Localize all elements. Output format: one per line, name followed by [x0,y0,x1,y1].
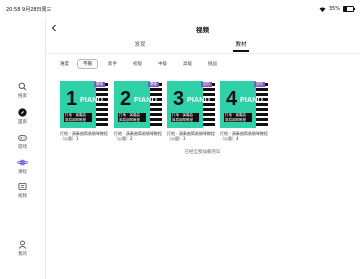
video-thumbnail: 进阶 3 PIANO 打地 · 演奏曲 简易钢琴教程 [167,81,215,128]
episode-number: 4 [226,88,238,110]
sidebar-item-label: 课程 [18,170,27,175]
wifi-icon [319,7,326,12]
tab-active-indicator [233,50,249,52]
filter-option-novice[interactable]: 新手 [102,59,123,69]
brand-text: PIANO [134,97,158,104]
load-complete-text: 已经全部加载完毕 [184,150,221,155]
battery-fill [344,7,348,11]
brand-text: PIANO [80,97,104,104]
compass-icon [17,106,29,118]
sidebar: 搜索 首页 游戏 课程 视频 我的 [0,18,46,279]
video-card[interactable]: 基础 1 PIANO 打地 · 演奏曲 简易钢琴教程 打地 · 演奏曲简易钢琴教… [60,81,108,141]
episode-number: 1 [66,88,78,110]
sidebar-item-label: 我的 [18,252,27,257]
thumbnail-caption: 打地 · 演奏曲 简易钢琴教程 [64,113,92,122]
user-icon [17,238,29,250]
gamepad-icon [17,131,29,143]
sidebar-item-home[interactable]: 首页 [0,106,45,125]
page-title: 视频 [196,26,209,34]
video-card[interactable]: 进阶 4 PIANO 打地 · 演奏曲 简易钢琴教程 打地 · 演奏曲简易钢琴教… [220,81,268,141]
sidebar-item-label: 游戏 [18,145,27,150]
filter-option-beginner[interactable]: 初级 [127,59,148,69]
search-icon [17,80,29,92]
difficulty-filter: 难度 不限 新手 初级 中级 高级 挑战 [60,59,227,69]
sidebar-item-search[interactable]: 搜索 [0,80,45,99]
filter-label: 难度 [60,62,69,67]
video-title: 打地 · 演奏曲简易钢琴教程（公版）3 [167,131,215,141]
level-badge: 进阶 [201,82,212,87]
tab-textbook[interactable]: 教材 [231,40,251,48]
sidebar-item-label: 首页 [18,120,27,125]
filter-option-challenge[interactable]: 挑战 [202,59,223,69]
video-thumbnail: 基础 1 PIANO 打地 · 演奏曲 简易钢琴教程 [60,81,108,128]
level-badge: 基础 [148,82,159,87]
sidebar-item-label: 视频 [18,194,27,199]
filter-option-all[interactable]: 不限 [77,59,98,69]
piano-keys-graphic [150,81,162,128]
tab-bar: 发现 教材 [45,40,360,54]
brand-text: PIANO [240,97,264,104]
piano-keys-graphic [96,81,108,128]
piano-keys-graphic [256,81,268,128]
filter-option-advanced[interactable]: 高级 [177,59,198,69]
status-bar: 20:58 9月28日周三 35% [0,0,360,18]
video-title: 打地 · 演奏曲简易钢琴教程（公版）1 [60,131,108,141]
sidebar-item-games[interactable]: 游戏 [0,131,45,150]
top-bar: 视频 [45,18,360,40]
video-icon [17,180,29,192]
planet-icon [17,156,29,168]
piano-keys-graphic [203,81,215,128]
sidebar-item-profile[interactable]: 我的 [0,238,45,257]
video-thumbnail: 进阶 4 PIANO 打地 · 演奏曲 简易钢琴教程 [220,81,268,128]
status-time: 20:58 [6,6,21,13]
status-left: 20:58 9月28日周三 [6,6,52,13]
filter-option-intermediate[interactable]: 中级 [152,59,173,69]
video-title: 打地 · 演奏曲简易钢琴教程（公版）2 [114,131,162,141]
status-right: 35% [319,6,355,12]
episode-number: 2 [120,88,132,110]
episode-number: 3 [173,88,185,110]
sidebar-item-video[interactable]: 视频 [0,180,45,199]
thumbnail-caption: 打地 · 演奏曲 简易钢琴教程 [171,113,199,122]
video-card[interactable]: 进阶 3 PIANO 打地 · 演奏曲 简易钢琴教程 打地 · 演奏曲简易钢琴教… [167,81,215,141]
thumbnail-caption: 打地 · 演奏曲 简易钢琴教程 [118,113,146,122]
battery-icon [343,6,355,12]
level-badge: 基础 [94,82,105,87]
thumbnail-caption: 打地 · 演奏曲 简易钢琴教程 [224,113,252,122]
video-title: 打地 · 演奏曲简易钢琴教程（公版）4 [220,131,268,141]
tab-discover[interactable]: 发现 [130,40,150,48]
divider [45,53,360,54]
video-thumbnail: 基础 2 PIANO 打地 · 演奏曲 简易钢琴教程 [114,81,162,128]
video-card[interactable]: 基础 2 PIANO 打地 · 演奏曲 简易钢琴教程 打地 · 演奏曲简易钢琴教… [114,81,162,141]
status-date: 9月28日周三 [22,6,52,13]
brand-text: PIANO [187,97,211,104]
battery-percent: 35% [328,6,340,12]
sidebar-item-courses[interactable]: 课程 [0,156,45,175]
sidebar-item-label: 搜索 [18,94,27,99]
level-badge: 进阶 [254,82,265,87]
